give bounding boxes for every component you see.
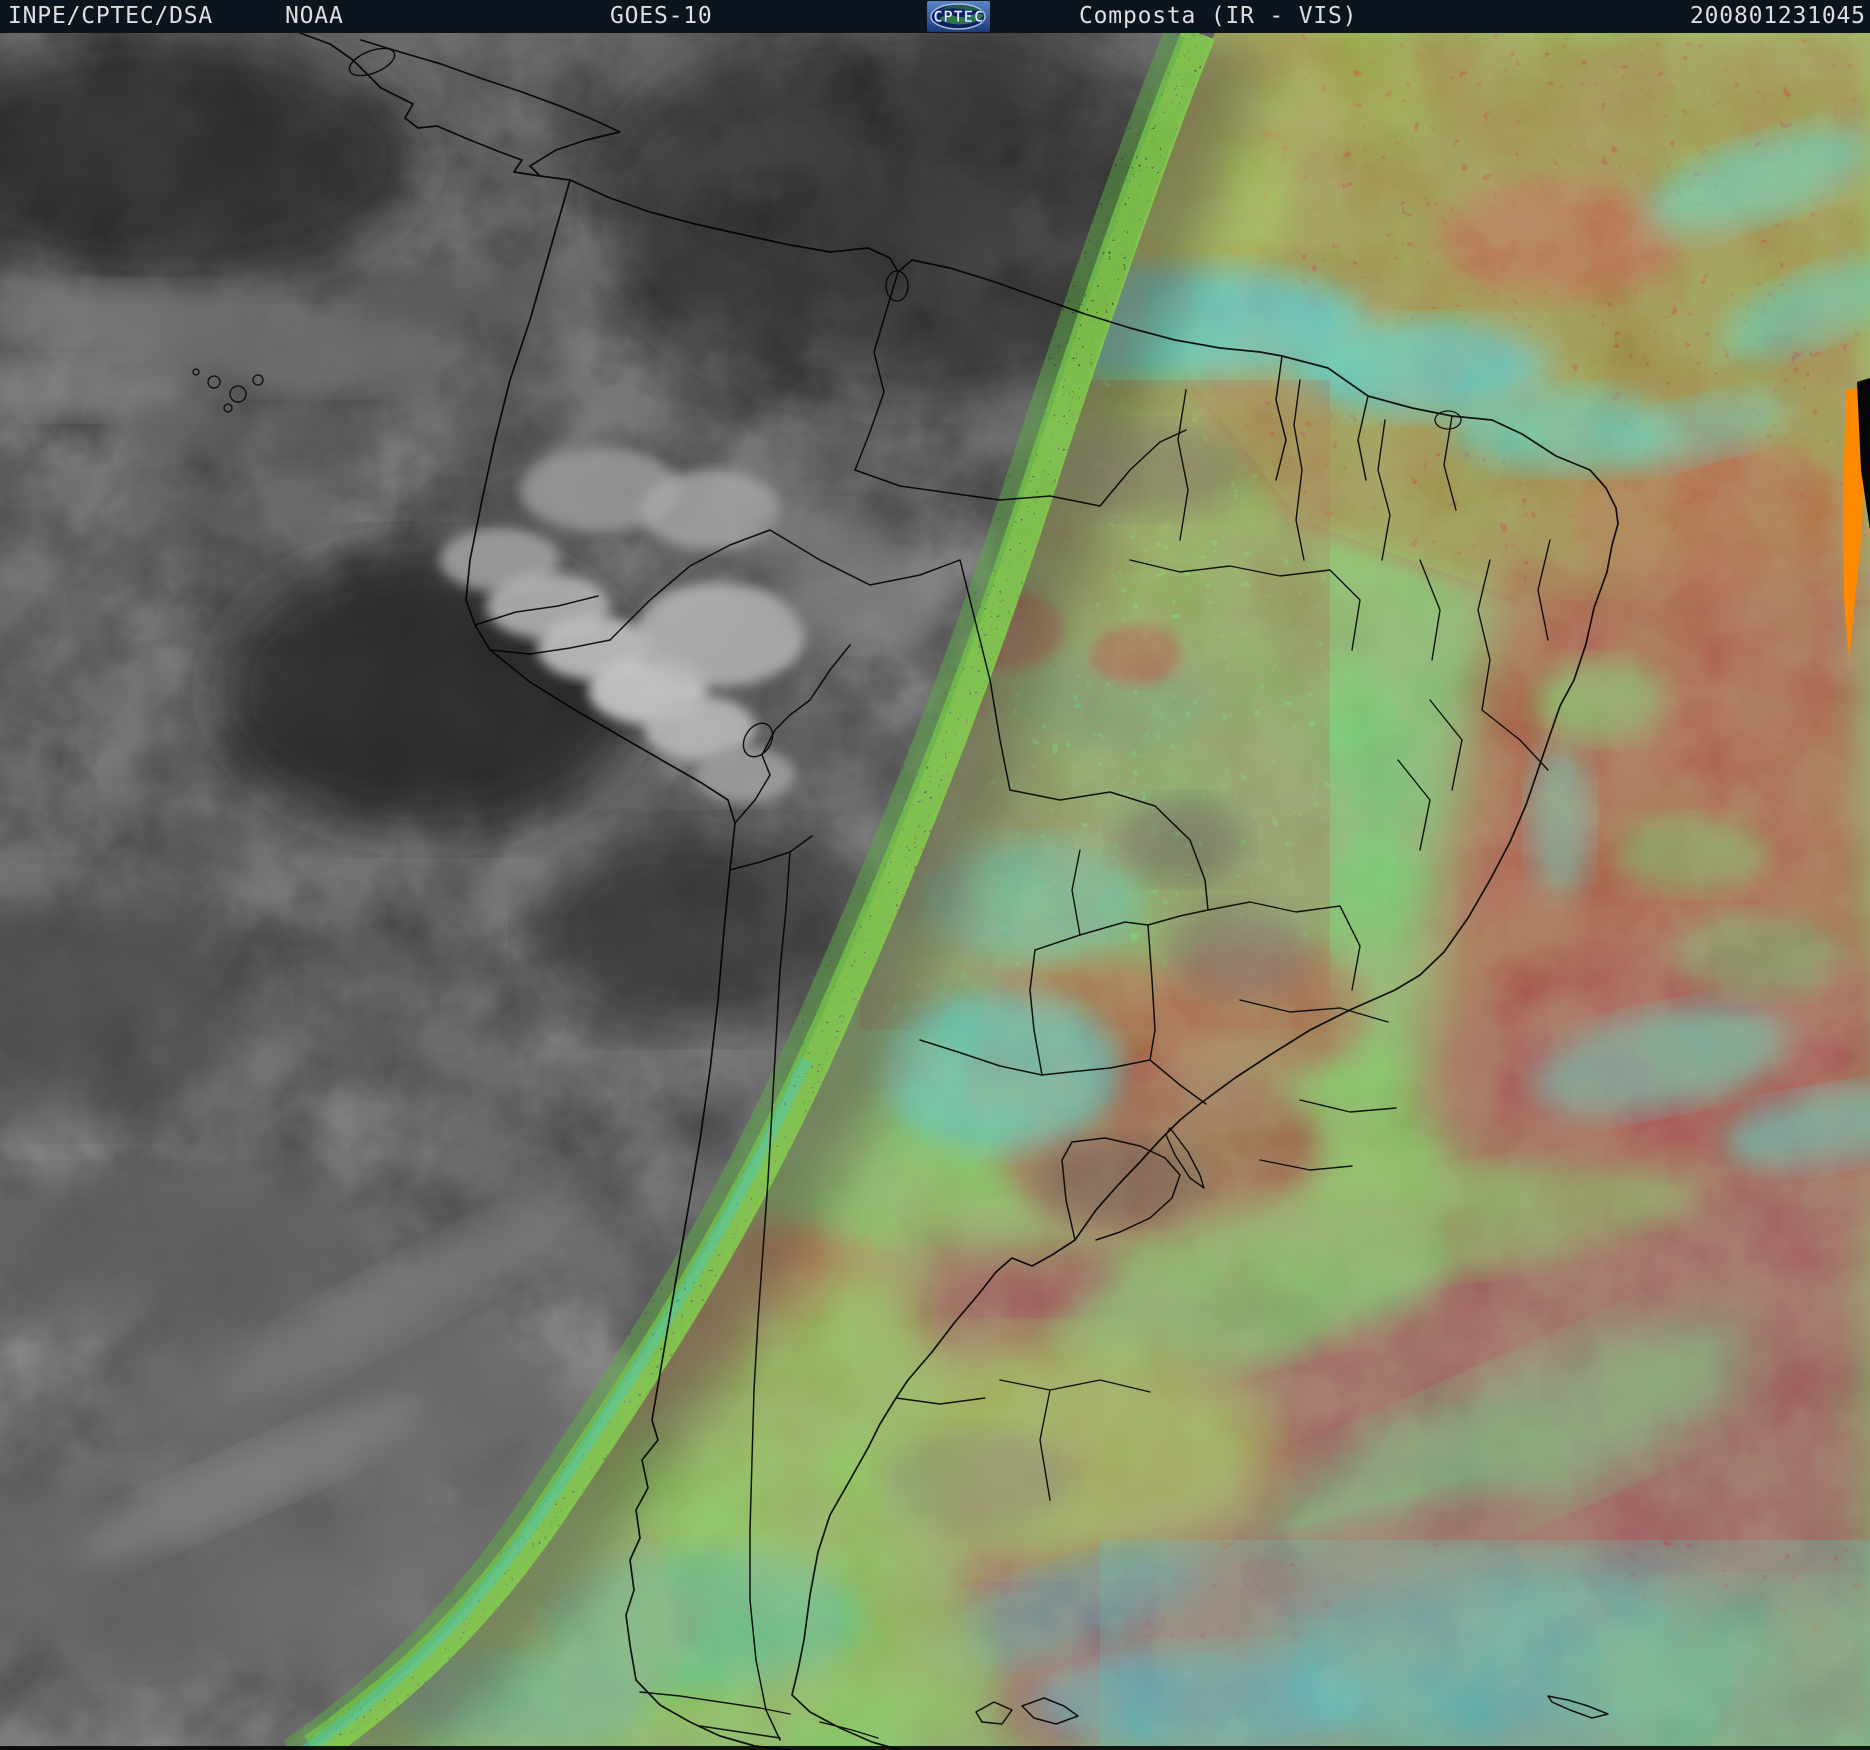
agency-label: INPE/CPTEC/DSA — [8, 3, 213, 29]
satellite-image-viewer: { "header": { "agency": "INPE/CPTEC/DSA"… — [0, 0, 1870, 1750]
satellite-label: GOES-10 — [610, 3, 713, 29]
satellite-composite-map — [0, 33, 1870, 1750]
timestamp-label: 200801231045 — [1690, 3, 1866, 29]
network-label: NOAA — [285, 3, 344, 29]
product-label: Composta (IR - VIS) — [1079, 3, 1357, 29]
logo-text: CPTEC — [933, 7, 984, 26]
cptec-logo: CPTEC — [927, 1, 990, 32]
